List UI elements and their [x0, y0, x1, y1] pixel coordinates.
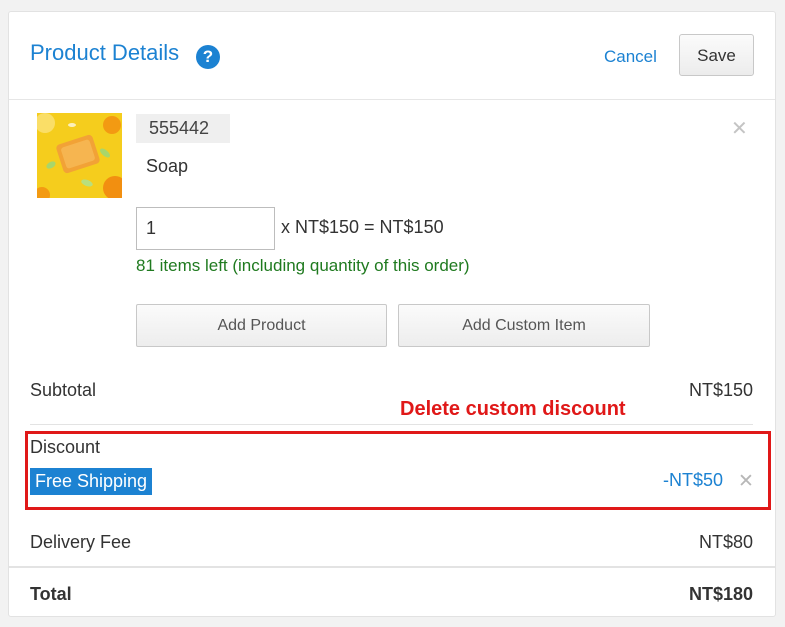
stock-note: 81 items left (including quantity of thi… [136, 256, 470, 275]
subtotal-divider [30, 424, 753, 425]
price-calculation: x NT$150 = NT$150 [281, 217, 444, 237]
total-divider [9, 566, 775, 568]
product-sku: 555442 [136, 114, 230, 143]
add-product-button[interactable]: Add Product [136, 304, 387, 347]
product-name: Soap [146, 156, 189, 176]
panel-header: Product Details ? Cancel Save [9, 12, 775, 100]
subtotal-label: Subtotal [30, 380, 97, 400]
soap-image [37, 113, 122, 198]
page-title: Product Details [30, 40, 180, 65]
add-custom-item-button[interactable]: Add Custom Item [398, 304, 650, 347]
annotation-highlight-box [25, 431, 771, 510]
product-details-panel: Product Details ? Cancel Save 555442 Soa… [8, 11, 776, 617]
save-button[interactable]: Save [679, 34, 754, 76]
total-label: Total [30, 584, 72, 604]
delivery-fee-label: Delivery Fee [30, 532, 132, 552]
total-value: NT$180 [688, 584, 753, 604]
product-thumbnail [37, 113, 122, 198]
quantity-input[interactable]: 1 [136, 207, 275, 250]
annotation-label: Delete custom discount [400, 398, 626, 420]
remove-product-icon[interactable]: ✕ [731, 116, 748, 141]
delivery-fee-value: NT$80 [698, 532, 753, 552]
cancel-button[interactable]: Cancel [604, 47, 657, 67]
subtotal-value: NT$150 [688, 380, 753, 400]
help-icon[interactable]: ? [196, 45, 220, 69]
